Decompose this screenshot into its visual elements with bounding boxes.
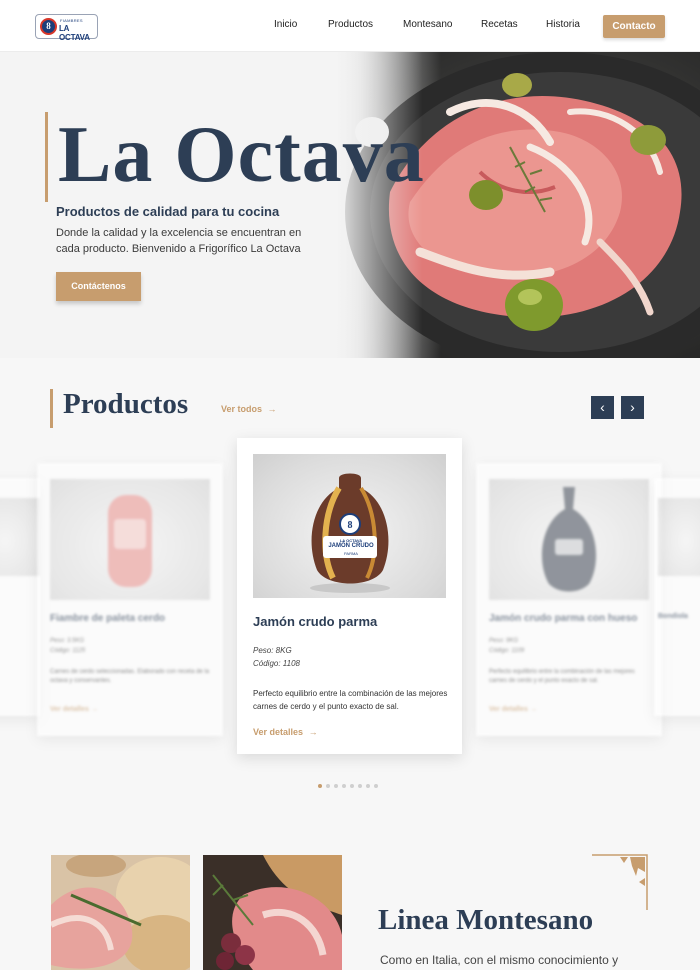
pagination-dot[interactable] [374,784,378,788]
hero-description: Donde la calidad y la excelencia se encu… [56,227,302,255]
hero-accent-bar [45,112,48,202]
hero-title: La Octava [58,111,425,199]
hero-image [330,52,700,358]
hero-section: La Octava Productos de calidad para tu c… [0,52,700,358]
product-weight: Peso: 8KG [253,646,292,655]
product-weight: Peso: 3.5KG [50,638,85,644]
montesano-description: Como en Italia, con el mismo conocimient… [380,953,619,967]
product-details-link[interactable]: Ver detalles → [489,706,537,713]
product-photo [0,498,40,576]
pagination-dot[interactable] [366,784,370,788]
product-name: Jamón crudo parma [253,614,378,629]
product-name: Fiambre de paleta cerdo [50,613,166,624]
arrow-right-icon: → [267,404,277,414]
see-all-label: Ver todos [221,404,263,414]
product-photo: 8 LA OCTAVA JAMÓN CRUDO PARMA [253,454,446,598]
carousel-next-button[interactable]: › [621,396,644,419]
montesano-title: Linea Montesano [378,904,594,936]
arrow-right-icon: → [90,706,98,713]
product-name: Bondiola [658,613,688,620]
jamon-hueso-product-icon [541,487,597,592]
pagination-dot[interactable] [342,784,346,788]
product-details-link[interactable]: Ver detalles → [253,727,318,737]
paleta-product-icon [108,495,152,587]
product-description: Perfecto equilibrio entre la combinación… [489,669,635,684]
hero-subtitle: Productos de calidad para tu cocina [56,204,280,219]
see-all-link[interactable]: Ver todos → [221,404,277,414]
product-code: Código: 1125 [50,648,86,654]
product-label-line1: JAMÓN CRUDO [328,543,374,549]
product-photo [489,479,649,600]
carousel-pagination [318,775,382,793]
product-card[interactable]: Jamón crudo parma con hueso Peso: 9KG Có… [476,463,662,736]
product-photo [658,498,700,576]
logo-mark-icon: 8 [40,18,57,35]
products-accent-bar [50,389,53,428]
pagination-dot[interactable] [334,784,338,788]
jamon-crudo-product-icon: 8 [310,473,390,593]
contact-button[interactable]: Contacto [603,15,665,38]
product-card-featured[interactable]: 8 LA OCTAVA JAMÓN CRUDO PARMA Jamón crud… [237,438,462,754]
products-title: Productos [63,388,189,420]
product-code: Código: 1108 [253,659,300,668]
product-code: Código: 1109 [489,648,525,654]
top-nav: 8 FIAMBRES LA OCTAVA Inicio Productos Mo… [0,0,700,52]
product-description: Perfecto equilibrio entre la combinación… [253,689,448,711]
pagination-dot[interactable] [326,784,330,788]
nav-link-recetas[interactable]: Recetas [481,19,518,30]
product-photo [50,479,210,600]
arrow-right-icon: → [308,727,318,737]
hero-contact-button[interactable]: Contáctenos [56,272,141,301]
pagination-dot[interactable] [318,784,322,788]
brand-logo[interactable]: 8 FIAMBRES LA OCTAVA [35,14,98,42]
product-description: Carnes de cerdo seleccionadas. Elaborado… [50,669,210,684]
nav-link-productos[interactable]: Productos [328,19,373,30]
product-card-partial-right[interactable]: Bondiola [654,478,700,716]
montesano-photo-2 [203,855,342,970]
product-card-partial-left[interactable] [0,478,40,716]
logo-small-text: FIAMBRES [60,18,83,23]
chevron-right-icon: › [630,399,635,415]
product-weight: Peso: 9KG [489,638,519,644]
logo-big-text: LA OCTAVA [59,24,90,42]
carousel-prev-button[interactable]: ‹ [591,396,614,419]
pagination-dot[interactable] [358,784,362,788]
product-details-link[interactable]: Ver detalles → [50,706,98,713]
nav-link-montesano[interactable]: Montesano [403,19,452,30]
product-name: Jamón crudo parma con hueso [489,613,638,624]
chevron-left-icon: ‹ [600,399,605,415]
pagination-dot[interactable] [350,784,354,788]
svg-text:8: 8 [348,520,353,531]
product-card[interactable]: Fiambre de paleta cerdo Peso: 3.5KG Códi… [37,463,223,736]
nav-link-inicio[interactable]: Inicio [274,19,297,30]
product-label-line2: PARMA [344,551,358,556]
decorative-corner-icon [592,854,650,917]
nav-link-historia[interactable]: Historia [546,19,580,30]
arrow-right-icon: → [529,706,537,713]
montesano-photo-1 [51,855,190,970]
